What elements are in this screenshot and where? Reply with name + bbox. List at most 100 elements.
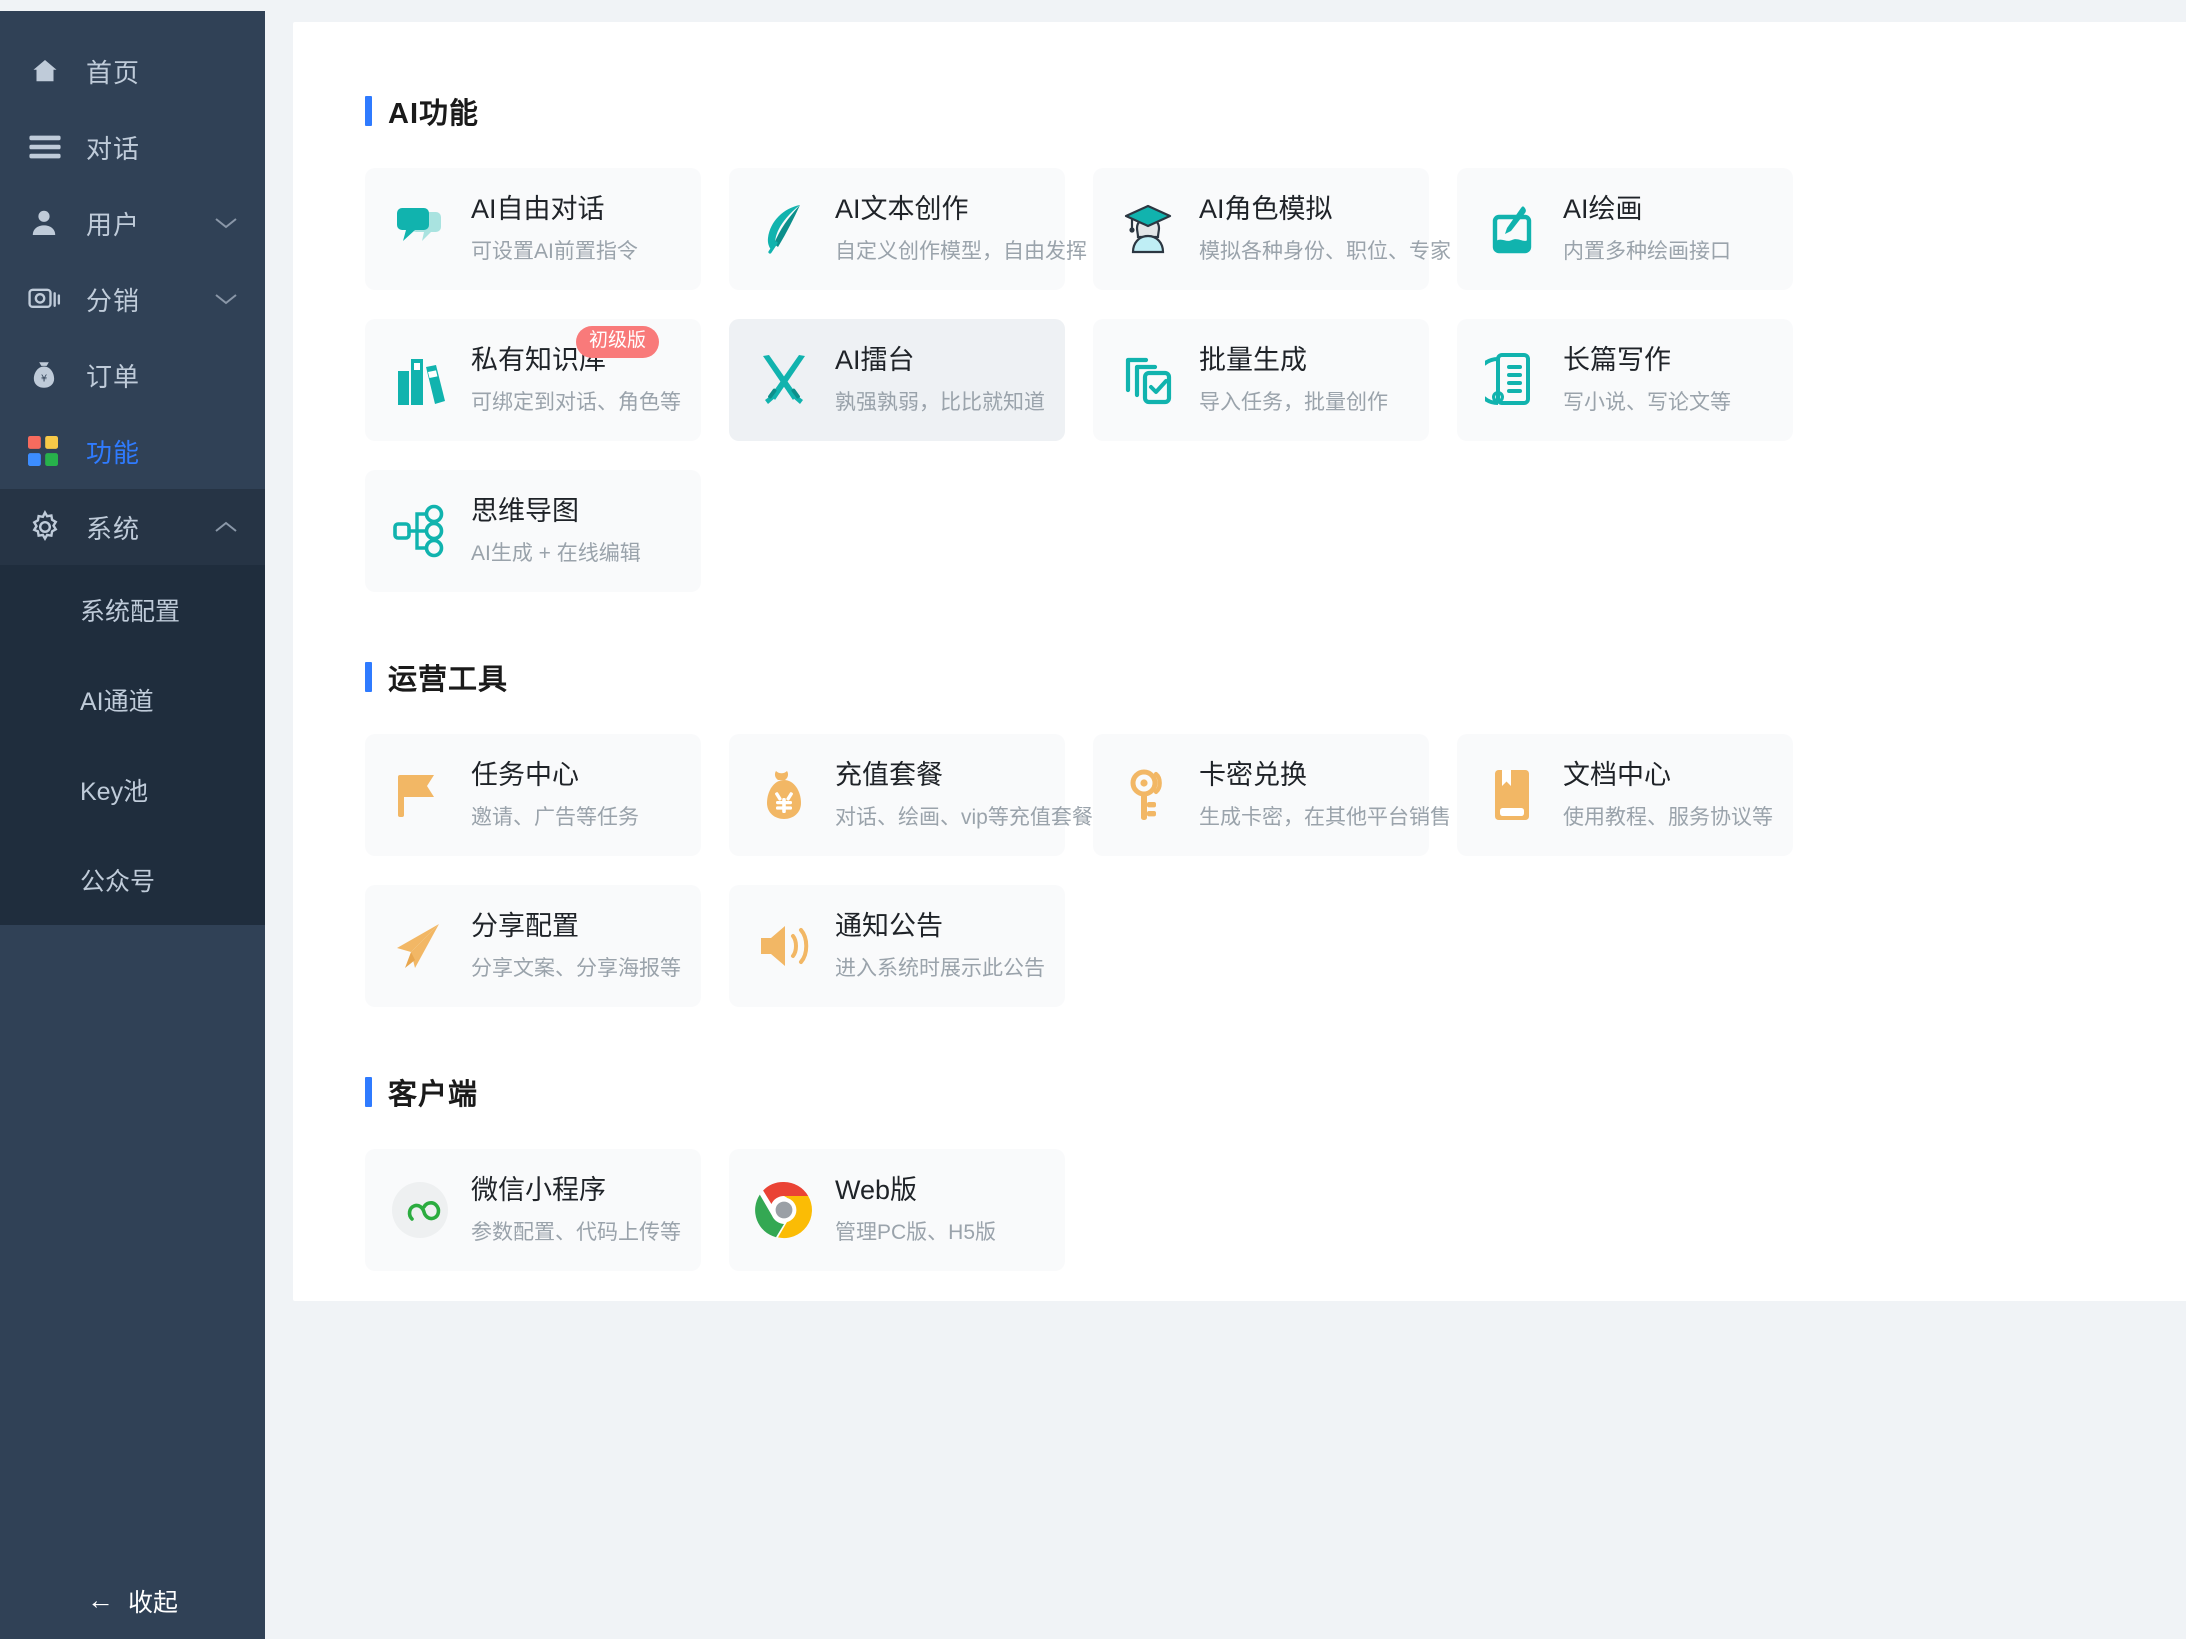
sidebar-subitem-key-pool[interactable]: Key池 [0, 745, 265, 835]
sidebar-item-orders[interactable]: ¥ 订单 [0, 337, 265, 413]
card-text: 卡密兑换 生成卡密，在其他平台销售 [1199, 759, 1451, 831]
graduate-avatar-icon [1117, 198, 1179, 260]
card-long-form-writing[interactable]: 长篇写作 写小说、写论文等 [1457, 319, 1793, 441]
card-text: AI自由对话 可设置AI前置指令 [471, 193, 638, 265]
sidebar-item-distribution[interactable]: 分销 [0, 261, 265, 337]
money-bag-icon: ¥ [28, 358, 68, 392]
card-web-version[interactable]: Web版 管理PC版、H5版 [729, 1149, 1065, 1271]
card-title: 思维导图 [471, 496, 579, 527]
card-desc: 生成卡密，在其他平台销售 [1199, 805, 1451, 829]
card-ai-free-chat[interactable]: AI自由对话 可设置AI前置指令 [365, 168, 701, 290]
card-notice-announcement[interactable]: 通知公告 进入系统时展示此公告 [729, 885, 1065, 1007]
section-operation-tools: 运营工具 任务中心 邀请、广告等任务 充值套餐 对话、绘画、vip等充值套餐 卡… [293, 592, 2186, 1007]
book-bookmark-icon [1481, 764, 1543, 826]
paint-brush-icon [1481, 198, 1543, 260]
section-accent-bar [365, 662, 372, 692]
card-title: 长篇写作 [1563, 345, 1671, 376]
card-ai-drawing[interactable]: AI绘画 内置多种绘画接口 [1457, 168, 1793, 290]
card-desc: 邀请、广告等任务 [471, 805, 639, 829]
card-grid-clients: 微信小程序 参数配置、代码上传等 Web版 管理PC版、H5版 [365, 1149, 2186, 1271]
section-heading: AI功能 [365, 22, 2186, 132]
document-lines-icon [1481, 349, 1543, 411]
card-text: 文档中心 使用教程、服务协议等 [1563, 759, 1773, 831]
card-grid-ai: AI自由对话 可设置AI前置指令 AI文本创作 自定义创作模型，自由发挥 AI角… [365, 168, 2186, 592]
sidebar: 首页 对话 用户 分销 ¥ 订单 功能 系统 系统配置 AI通道 Key池 公众… [0, 11, 265, 1639]
card-ai-text-creation[interactable]: AI文本创作 自定义创作模型，自由发挥 [729, 168, 1087, 290]
sidebar-item-chat[interactable]: 对话 [0, 109, 265, 185]
chevron-down-icon [209, 206, 243, 240]
card-desc: 导入任务，批量创作 [1199, 390, 1388, 414]
card-card-key-exchange[interactable]: 卡密兑换 生成卡密，在其他平台销售 [1093, 734, 1451, 856]
sidebar-item-features[interactable]: 功能 [0, 413, 265, 489]
key-icon [1117, 764, 1179, 826]
card-task-center[interactable]: 任务中心 邀请、广告等任务 [365, 734, 701, 856]
distribution-icon [28, 282, 68, 316]
card-recharge-packages[interactable]: 充值套餐 对话、绘画、vip等充值套餐 [729, 734, 1093, 856]
sidebar-subitem-label: 公众号 [80, 868, 156, 896]
card-text: 微信小程序 参数配置、代码上传等 [471, 1174, 681, 1246]
user-icon [28, 206, 68, 240]
card-desc: 孰强孰弱，比比就知道 [835, 390, 1045, 414]
paper-plane-icon [389, 915, 451, 977]
card-text: 充值套餐 对话、绘画、vip等充值套餐 [835, 759, 1093, 831]
feather-quill-icon [753, 198, 815, 260]
sidebar-item-home[interactable]: 首页 [0, 33, 265, 109]
card-batch-generate[interactable]: 批量生成 导入任务，批量创作 [1093, 319, 1429, 441]
card-desc: 使用教程、服务协议等 [1563, 805, 1773, 829]
card-title: 卡密兑换 [1199, 760, 1307, 791]
section-ai-features: AI功能 AI自由对话 可设置AI前置指令 AI文本创作 自定义创作模型，自由发… [293, 22, 2186, 592]
card-title: AI擂台 [835, 345, 915, 376]
card-ai-arena[interactable]: AI擂台 孰强孰弱，比比就知道 [729, 319, 1065, 441]
features-panel: AI功能 AI自由对话 可设置AI前置指令 AI文本创作 自定义创作模型，自由发… [293, 22, 2186, 1301]
card-title: 任务中心 [471, 760, 579, 791]
card-desc: 分享文案、分享海报等 [471, 956, 681, 980]
section-accent-bar [365, 96, 372, 126]
section-heading: 客户端 [365, 1007, 2186, 1113]
grid-apps-icon [28, 434, 68, 468]
card-share-config[interactable]: 分享配置 分享文案、分享海报等 [365, 885, 701, 1007]
sidebar-item-users[interactable]: 用户 [0, 185, 265, 261]
sidebar-item-label: 用户 [86, 209, 141, 240]
home-icon [28, 54, 68, 88]
chrome-browser-icon [753, 1179, 815, 1241]
card-desc: 进入系统时展示此公告 [835, 956, 1045, 980]
card-wechat-miniprogram[interactable]: 微信小程序 参数配置、代码上传等 [365, 1149, 701, 1271]
card-text: 任务中心 邀请、广告等任务 [471, 759, 639, 831]
sidebar-subitem-ai-channel[interactable]: AI通道 [0, 655, 265, 745]
card-title: 通知公告 [835, 911, 943, 942]
sidebar-item-label: 分销 [86, 285, 141, 316]
sidebar-item-system[interactable]: 系统 [0, 489, 265, 565]
card-ai-role-play[interactable]: AI角色模拟 模拟各种身份、职位、专家 [1093, 168, 1451, 290]
card-private-knowledge-base[interactable]: 私有知识库 初级版 可绑定到对话、角色等 [365, 319, 701, 441]
card-text: 长篇写作 写小说、写论文等 [1563, 344, 1731, 416]
card-document-center[interactable]: 文档中心 使用教程、服务协议等 [1457, 734, 1793, 856]
sidebar-collapse-label: 收起 [127, 1588, 178, 1617]
sidebar-collapse-button[interactable]: ← 收起 [0, 1551, 265, 1639]
flag-icon [389, 764, 451, 826]
card-text: AI绘画 内置多种绘画接口 [1563, 193, 1731, 265]
sidebar-subitem-label: 系统配置 [80, 598, 181, 626]
sidebar-subitem-system-config[interactable]: 系统配置 [0, 565, 265, 655]
card-text: 私有知识库 初级版 可绑定到对话、角色等 [471, 326, 681, 416]
card-title: AI自由对话 [471, 194, 605, 225]
chat-list-icon [28, 130, 68, 164]
section-heading: 运营工具 [365, 592, 2186, 698]
sidebar-system-submenu: 系统配置 AI通道 Key池 公众号 [0, 565, 265, 925]
card-text: 批量生成 导入任务，批量创作 [1199, 344, 1388, 416]
wechat-miniprogram-icon [389, 1179, 451, 1241]
app-root: 首页 对话 用户 分销 ¥ 订单 功能 系统 系统配置 AI通道 Key池 公众… [0, 0, 2186, 1639]
sidebar-subitem-official-account[interactable]: 公众号 [0, 835, 265, 925]
speaker-announce-icon [753, 915, 815, 977]
card-title: Web版 [835, 1175, 918, 1206]
card-desc: 参数配置、代码上传等 [471, 1220, 681, 1244]
section-title-text: 客户端 [388, 1079, 479, 1111]
sidebar-item-label: 系统 [86, 513, 141, 544]
card-mind-map[interactable]: 思维导图 AI生成 + 在线编辑 [365, 470, 701, 592]
crossed-swords-icon [753, 349, 815, 411]
card-text: AI角色模拟 模拟各种身份、职位、专家 [1199, 193, 1451, 265]
section-title-text: AI功能 [388, 98, 480, 130]
chevron-down-icon [209, 282, 243, 316]
card-grid-operations: 任务中心 邀请、广告等任务 充值套餐 对话、绘画、vip等充值套餐 卡密兑换 生… [365, 734, 2186, 1007]
card-desc: 自定义创作模型，自由发挥 [835, 239, 1087, 263]
